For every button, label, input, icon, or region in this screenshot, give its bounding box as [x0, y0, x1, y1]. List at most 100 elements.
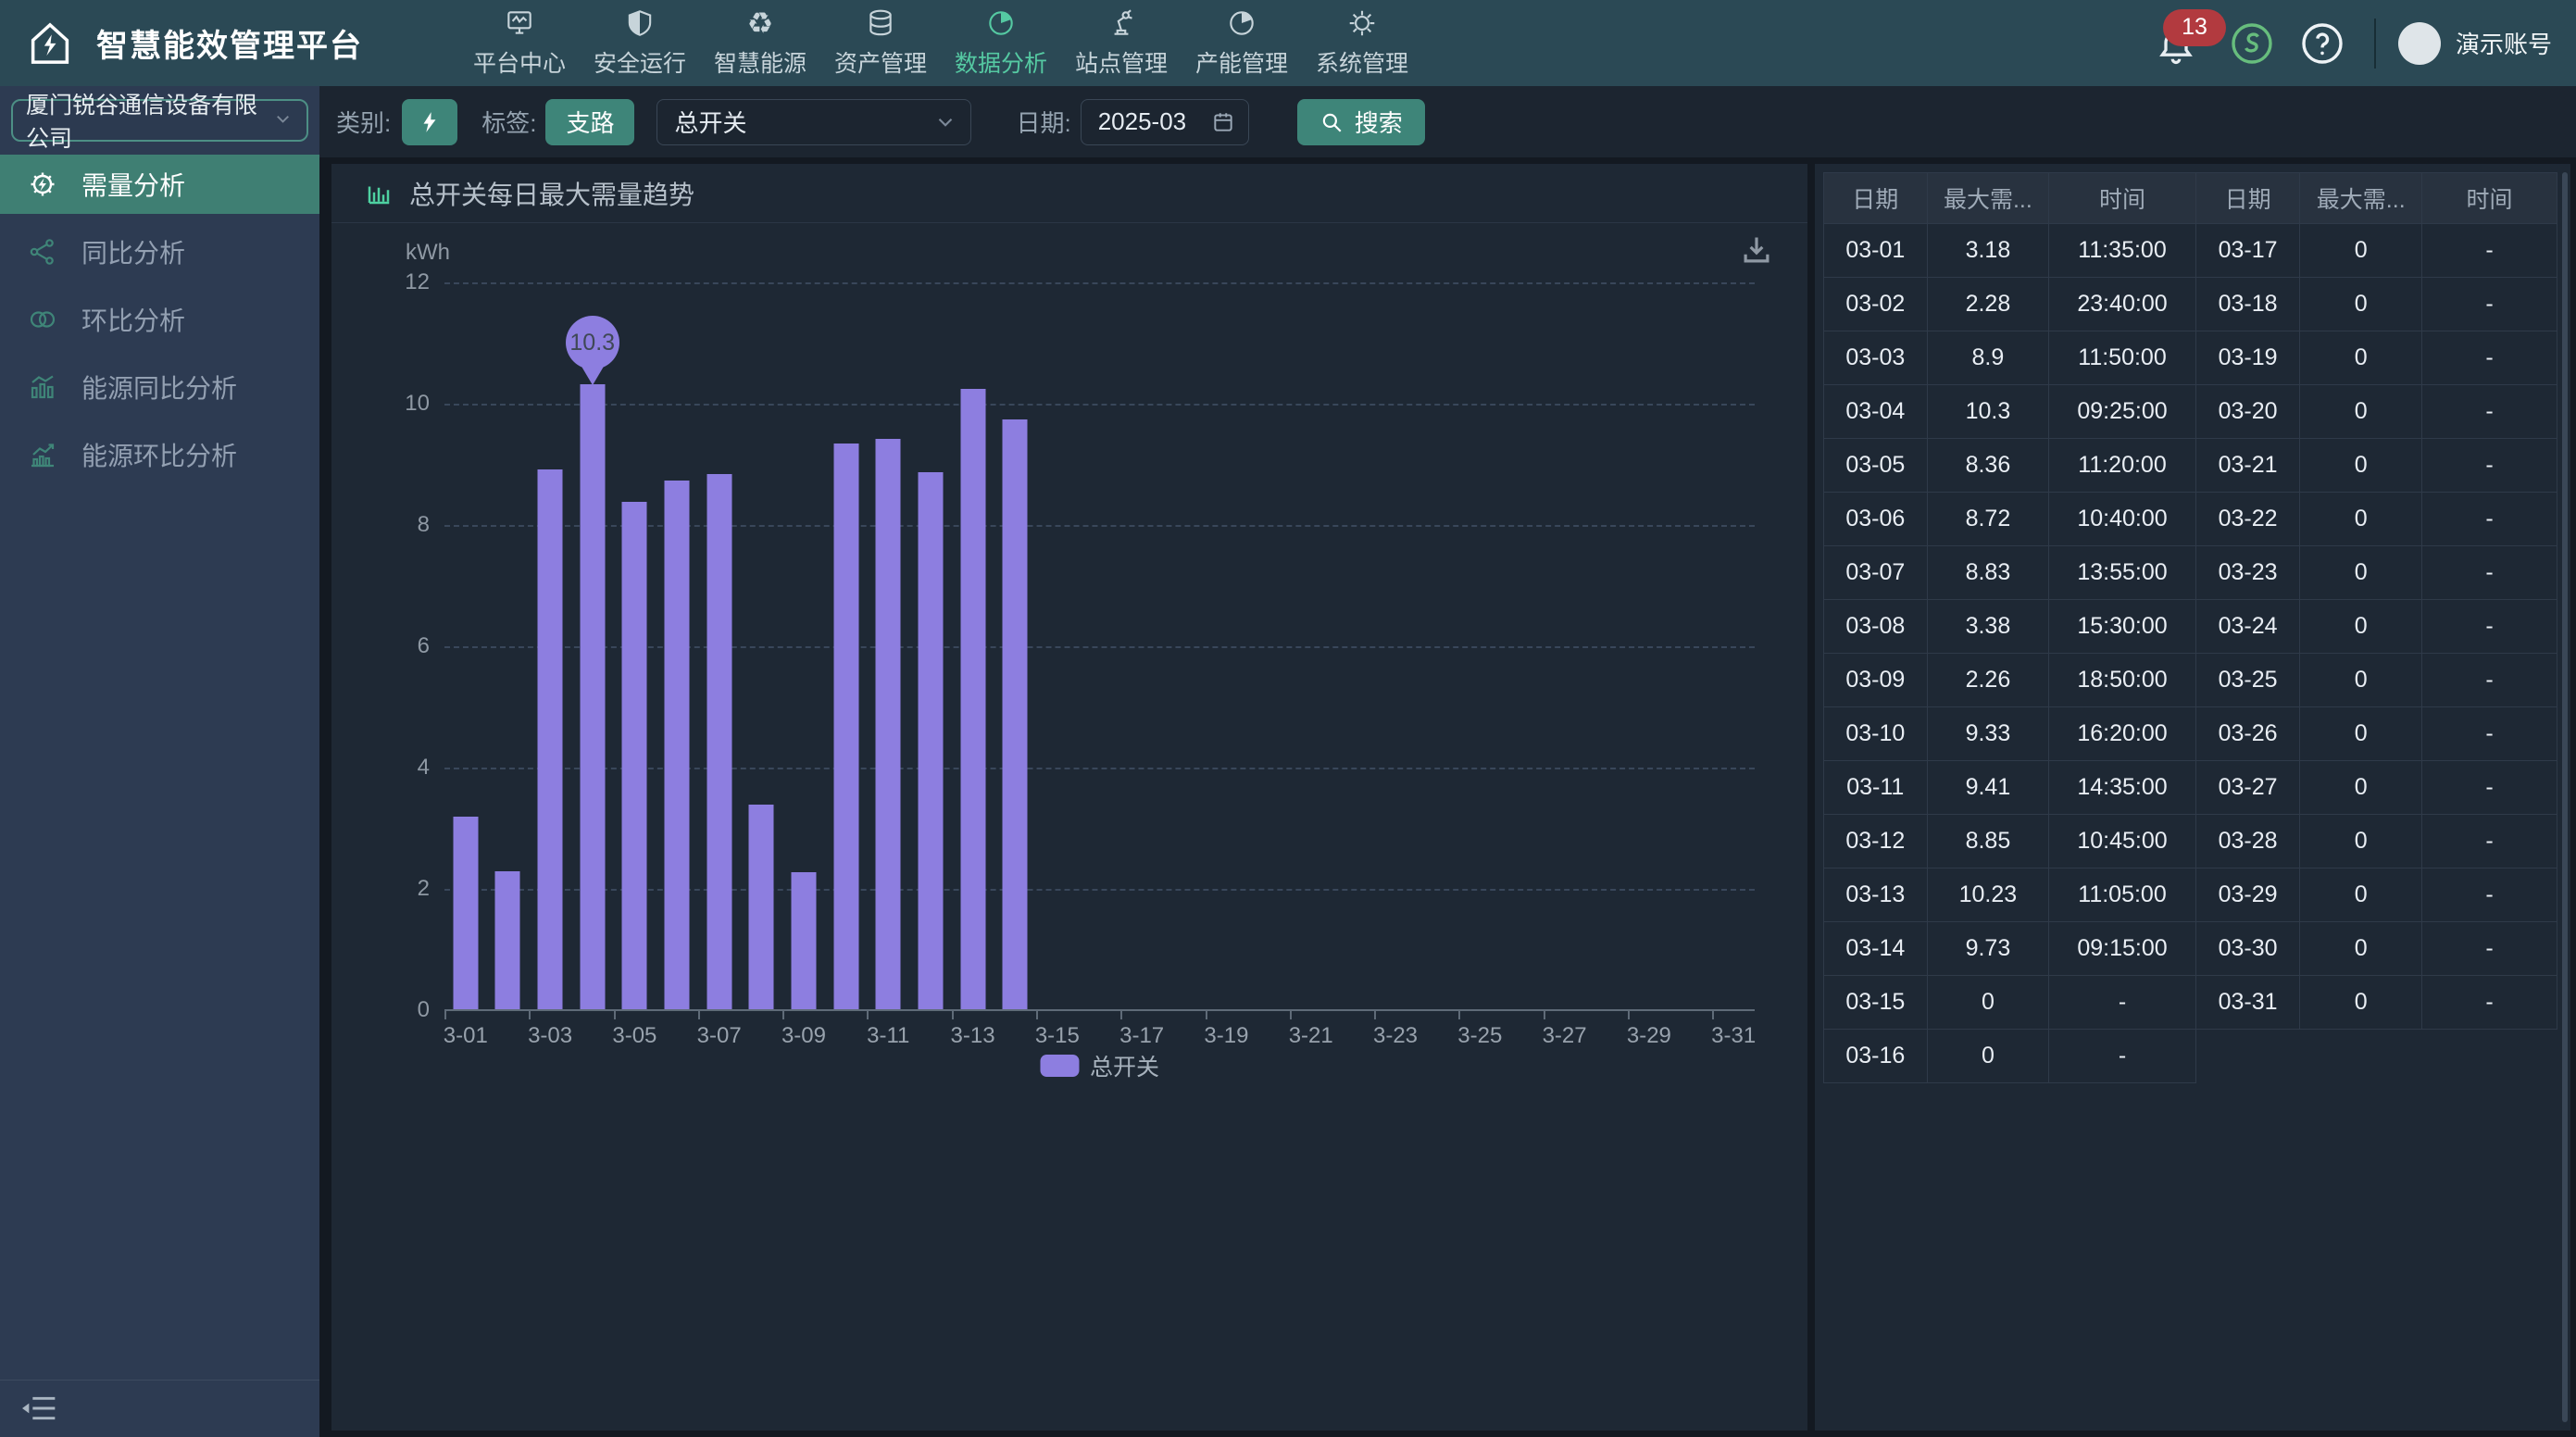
table-scrollbar[interactable] — [2562, 172, 2568, 1422]
table-cell: 8.36 — [1928, 439, 2050, 493]
tag-branch-button[interactable]: 支路 — [545, 99, 634, 145]
nav-item-platform-center[interactable]: 平台中心 — [459, 0, 580, 86]
table-row: 03-022.2823:40:0003-180- — [1823, 278, 2557, 331]
x-axis-label: 3-11 — [867, 1023, 909, 1049]
max-point-marker: 10.3 — [566, 316, 619, 369]
x-axis-tick — [1206, 1010, 1207, 1019]
user-avatar[interactable] — [2398, 22, 2441, 65]
x-axis-label: 3-03 — [528, 1023, 572, 1049]
x-axis-tick — [444, 1010, 446, 1019]
site-robot-icon — [1106, 7, 1137, 39]
table-cell: - — [2422, 707, 2557, 761]
sidebar-item-label: 能源环比分析 — [81, 436, 237, 473]
bar-3-07[interactable] — [707, 474, 732, 1009]
table-cell: 03-09 — [1823, 654, 1928, 707]
table-row: 03-160- — [1823, 1030, 2557, 1083]
table-header-cell: 日期 — [2196, 172, 2301, 224]
safety-shield-icon — [624, 7, 656, 39]
date-picker[interactable]: 2025-03 — [1081, 99, 1249, 145]
table-cell: - — [2422, 385, 2557, 439]
x-axis-tick — [1290, 1010, 1292, 1019]
sidebar-item-yoy-analysis[interactable]: 同比分析 — [0, 222, 319, 281]
bar-3-06[interactable] — [665, 481, 690, 1009]
filter-bar: 类别: 标签: 支路 总开关 日期: 2025-03 — [319, 86, 2576, 157]
table-row: 03-150-03-310- — [1823, 976, 2557, 1030]
demand-gear-bolt-icon — [28, 169, 57, 199]
notification-bell-icon[interactable]: 13 — [2156, 20, 2202, 67]
bar-3-08[interactable] — [749, 805, 774, 1009]
x-axis-tick — [1712, 1010, 1714, 1019]
table-cell: 03-31 — [2196, 976, 2301, 1030]
bar-3-09[interactable] — [791, 872, 816, 1009]
nav-item-safety-run[interactable]: 安全运行 — [580, 0, 700, 86]
search-button-label: 搜索 — [1355, 105, 1403, 139]
sidebar-item-label: 环比分析 — [81, 301, 185, 338]
max-point-marker-tail — [581, 365, 605, 397]
table-cell: 0 — [2300, 654, 2422, 707]
table-cell: 03-02 — [1823, 278, 1928, 331]
table-cell: 03-20 — [2196, 385, 2301, 439]
bar-3-05[interactable] — [622, 502, 647, 1009]
sidebar-item-mom-analysis[interactable]: 环比分析 — [0, 290, 319, 349]
nav-item-data-analysis[interactable]: 数据分析 — [941, 0, 1061, 86]
bar-3-04[interactable] — [580, 384, 605, 1009]
table-cell: 0 — [2300, 976, 2422, 1030]
bar-3-12[interactable] — [918, 472, 943, 1009]
dashboard-link-icon[interactable] — [2230, 21, 2274, 66]
bar-3-02[interactable] — [495, 871, 520, 1009]
download-chart-icon[interactable] — [1739, 232, 1774, 268]
bar-3-14[interactable] — [1003, 419, 1028, 1009]
nav-item-site-mgmt[interactable]: 站点管理 — [1061, 0, 1182, 86]
user-name[interactable]: 演示账号 — [2456, 26, 2552, 60]
table-cell: 15:30:00 — [2049, 600, 2196, 654]
bar-3-10[interactable] — [833, 444, 858, 1009]
nav-item-label: 资产管理 — [834, 45, 927, 79]
sidebar-item-label: 需量分析 — [81, 166, 185, 203]
help-icon[interactable] — [2300, 21, 2345, 66]
table-cell: 03-14 — [1823, 922, 1928, 976]
table-cell: 2.28 — [1928, 278, 2050, 331]
table-cell: 03-11 — [1823, 761, 1928, 815]
bar-3-11[interactable] — [876, 439, 901, 1009]
nav-item-label: 站点管理 — [1075, 45, 1168, 79]
company-select[interactable]: 厦门锐谷通信设备有限公司 — [11, 99, 308, 142]
table-cell: 03-27 — [2196, 761, 2301, 815]
table-row: 03-013.1811:35:0003-170- — [1823, 224, 2557, 278]
category-electric-button[interactable] — [402, 99, 457, 145]
bar-3-01[interactable] — [453, 817, 478, 1009]
table-cell: 09:15:00 — [2049, 922, 2196, 976]
legend-item-main-switch[interactable]: 总开关 — [1040, 1049, 1159, 1082]
table-cell: 03-26 — [2196, 707, 2301, 761]
tag-label: 标签: — [481, 105, 536, 139]
sidebar-item-energy-mom-analysis[interactable]: 能源环比分析 — [0, 425, 319, 484]
bar-chart-icon — [365, 180, 393, 207]
x-axis-label: 3-19 — [1204, 1023, 1248, 1049]
table-cell: 03-30 — [2196, 922, 2301, 976]
table-header-cell: 时间 — [2422, 172, 2557, 224]
collapse-sidebar-icon[interactable] — [20, 1393, 57, 1425]
table-row: 03-109.3316:20:0003-260- — [1823, 707, 2557, 761]
gridline-y10 — [444, 404, 1755, 406]
nav-item-system-mgmt[interactable]: 系统管理 — [1302, 0, 1422, 86]
x-axis-line — [444, 1009, 1755, 1011]
demand-table: 日期最大需...时间日期最大需...时间03-013.1811:35:0003-… — [1823, 172, 2557, 1083]
bar-3-03[interactable] — [538, 469, 563, 1009]
sidebar-item-demand-analysis[interactable]: 需量分析 — [0, 155, 319, 214]
table-cell: - — [2422, 868, 2557, 922]
nav-item-asset-mgmt[interactable]: 资产管理 — [820, 0, 941, 86]
system-gear-icon — [1346, 7, 1378, 39]
table-cell: 03-17 — [2196, 224, 2301, 278]
sidebar-item-energy-yoy-analysis[interactable]: 能源同比分析 — [0, 357, 319, 417]
bar-3-13[interactable] — [960, 389, 985, 1009]
main-content: 类别: 标签: 支路 总开关 日期: 2025-03 — [319, 86, 2576, 1437]
table-cell: 0 — [1928, 976, 2050, 1030]
table-row: 03-058.3611:20:0003-210- — [1823, 439, 2557, 493]
table-header-row: 日期最大需...时间日期最大需...时间 — [1823, 172, 2557, 224]
nav-item-capacity-mgmt[interactable]: 产能管理 — [1182, 0, 1302, 86]
search-button[interactable]: 搜索 — [1297, 99, 1425, 145]
device-select[interactable]: 总开关 — [657, 99, 971, 145]
nav-item-smart-energy[interactable]: ♻智慧能源 — [700, 0, 820, 86]
table-cell: 03-10 — [1823, 707, 1928, 761]
table-cell: - — [2422, 761, 2557, 815]
chart-title: 总开关每日最大需量趋势 — [409, 175, 694, 212]
